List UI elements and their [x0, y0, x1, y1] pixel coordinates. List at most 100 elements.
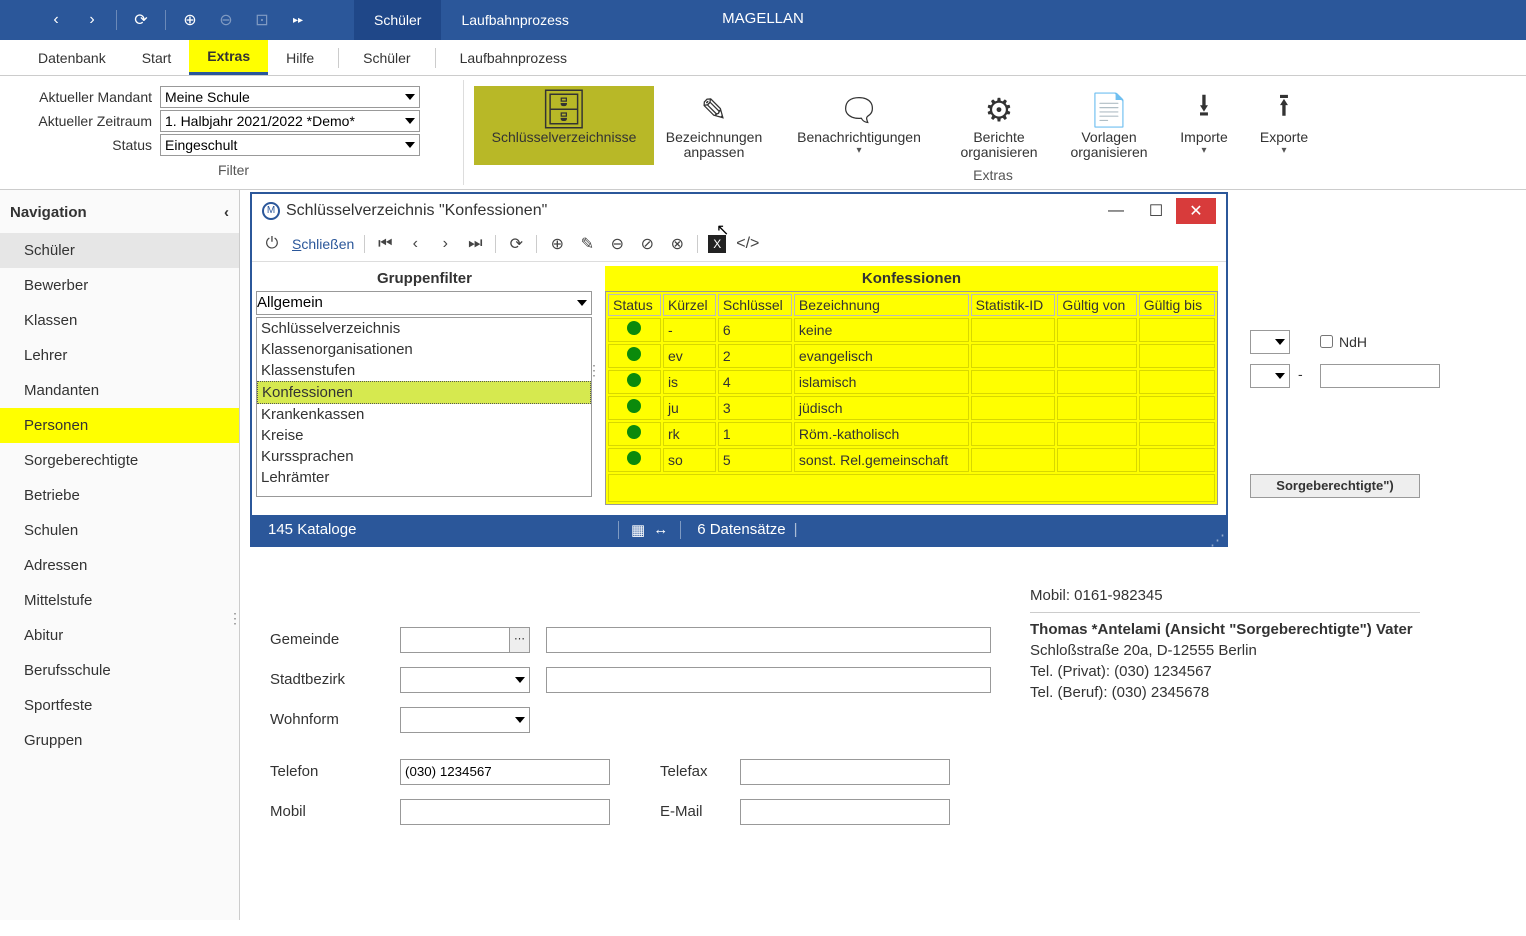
menu-schueler[interactable]: Schüler — [345, 42, 428, 74]
nav-item-sportfeste[interactable]: Sportfeste — [0, 688, 239, 723]
reload-button[interactable]: ⟳ — [506, 234, 526, 254]
refresh-button[interactable]: ⟳ — [125, 4, 157, 36]
delete-button[interactable]: ⊖ — [607, 234, 627, 254]
nav-item-klassen[interactable]: Klassen — [0, 303, 239, 338]
nav-forward-button[interactable]: › — [76, 4, 108, 36]
nav-item-lehrer[interactable]: Lehrer — [0, 338, 239, 373]
close-link[interactable]: Schließen — [292, 236, 354, 252]
modal-close-button[interactable]: ✕ — [1176, 198, 1216, 224]
fit-width-icon[interactable]: ↔ — [653, 521, 668, 539]
last-button[interactable]: ⏭ — [465, 235, 485, 253]
col-status[interactable]: Status — [608, 294, 661, 316]
nav-collapse-button[interactable]: ‹ — [224, 204, 229, 221]
list-item[interactable]: Klassenorganisationen — [257, 339, 591, 360]
status-select[interactable]: Eingeschult — [160, 134, 420, 156]
telefon-input[interactable] — [400, 759, 610, 785]
gemeinde-code-input[interactable] — [400, 627, 510, 653]
ribbon-berichte[interactable]: ⚙ Berichte organisieren — [944, 86, 1054, 165]
list-item[interactable]: Kreise — [257, 425, 591, 446]
nav-item-mittelstufe[interactable]: Mittelstufe — [0, 583, 239, 618]
col-schluessel[interactable]: Schlüssel — [718, 294, 792, 316]
check-button[interactable]: ⊘ — [637, 234, 657, 254]
table-row[interactable]: rk1Röm.-katholisch — [608, 422, 1215, 446]
combo-2[interactable] — [1250, 364, 1290, 388]
list-item[interactable]: Kurssprachen — [257, 446, 591, 467]
nav-item-abitur[interactable]: Abitur — [0, 618, 239, 653]
list-item[interactable]: Klassenstufen — [257, 360, 591, 381]
nav-back-button[interactable]: ‹ — [40, 4, 72, 36]
modal-splitter[interactable]: ⋮ — [587, 362, 601, 379]
input-2[interactable] — [1320, 364, 1440, 388]
modal-maximize-button[interactable]: ☐ — [1136, 198, 1176, 224]
gruppenfilter-select[interactable]: Allgemein — [256, 291, 592, 315]
table-row[interactable]: so5sonst. Rel.gemeinschaft — [608, 448, 1215, 472]
power-icon[interactable]: ⏻ — [262, 235, 282, 253]
list-item[interactable]: Schlüsselverzeichnis — [257, 318, 591, 339]
table-row[interactable]: is4islamisch — [608, 370, 1215, 394]
col-statistik[interactable]: Statistik-ID — [971, 294, 1056, 316]
ribbon-importe[interactable]: ⭳ Importe ▾ — [1164, 86, 1244, 165]
more-button[interactable]: ▸▸ — [282, 4, 314, 36]
menu-hilfe[interactable]: Hilfe — [268, 42, 332, 74]
modal-minimize-button[interactable]: — — [1096, 198, 1136, 224]
mobil-input[interactable] — [400, 799, 610, 825]
ribbon-schluesselverzeichnisse[interactable]: 🗄 Schlüsselverzeichnisse — [474, 86, 654, 165]
excel-button[interactable]: X — [708, 235, 726, 253]
ribbon-bezeichnungen[interactable]: ✎ Bezeichnungen anpassen — [654, 86, 774, 165]
cancel-button[interactable]: ⊗ — [667, 234, 687, 254]
ribbon-benachrichtigungen[interactable]: 🗨 Benachrichtigungen ▾ — [774, 86, 944, 165]
menu-start[interactable]: Start — [124, 42, 190, 74]
nav-item-personen[interactable]: Personen — [0, 408, 239, 443]
wohnform-select[interactable] — [400, 707, 530, 733]
status-dot-icon — [627, 451, 641, 465]
nav-item-bewerber[interactable]: Bewerber — [0, 268, 239, 303]
remove-button[interactable]: ⊖ — [210, 4, 242, 36]
next-button[interactable]: › — [435, 235, 455, 253]
ndh-checkbox[interactable] — [1320, 335, 1333, 348]
list-item[interactable]: Krankenkassen — [257, 404, 591, 425]
verzeichnis-list[interactable]: Schlüsselverzeichnis Klassenorganisation… — [256, 317, 592, 497]
col-kuerzel[interactable]: Kürzel — [663, 294, 716, 316]
ribbon-exporte[interactable]: ⭱ Exporte ▾ — [1244, 86, 1324, 165]
telefax-input[interactable] — [740, 759, 950, 785]
ribbon-vorlagen[interactable]: 📄 Vorlagen organisieren — [1054, 86, 1164, 165]
first-button[interactable]: ⏮ — [375, 235, 395, 253]
menu-extras[interactable]: Extras — [189, 40, 268, 75]
list-item-selected[interactable]: Konfessionen — [257, 381, 591, 404]
gemeinde-lookup-button[interactable]: ⋯ — [510, 627, 530, 653]
select-all-icon[interactable]: ▦ — [631, 521, 645, 539]
nav-item-schueler[interactable]: Schüler — [0, 233, 239, 268]
col-gueltigvon[interactable]: Gültig von — [1057, 294, 1136, 316]
menu-laufbahn[interactable]: Laufbahnprozess — [442, 42, 585, 74]
mandant-select[interactable]: Meine Schule — [160, 86, 420, 108]
nav-item-mandanten[interactable]: Mandanten — [0, 373, 239, 408]
nav-item-berufsschule[interactable]: Berufsschule — [0, 653, 239, 688]
nav-item-adressen[interactable]: Adressen — [0, 548, 239, 583]
nav-item-schulen[interactable]: Schulen — [0, 513, 239, 548]
stadtbezirk-select[interactable] — [400, 667, 530, 693]
nav-item-gruppen[interactable]: Gruppen — [0, 723, 239, 758]
resize-grip[interactable] — [1210, 531, 1222, 543]
titlebar-tab-schueler[interactable]: Schüler — [354, 0, 441, 40]
combo-1[interactable] — [1250, 330, 1290, 354]
col-gueltigbis[interactable]: Gültig bis — [1139, 294, 1215, 316]
menu-datenbank[interactable]: Datenbank — [20, 42, 124, 74]
table-row[interactable]: ju3jüdisch — [608, 396, 1215, 420]
titlebar-tab-laufbahn[interactable]: Laufbahnprozess — [441, 0, 588, 40]
add-button[interactable]: ⊕ — [174, 4, 206, 36]
table-row[interactable]: ev2evangelisch — [608, 344, 1215, 368]
email-input[interactable] — [740, 799, 950, 825]
prev-button[interactable]: ‹ — [405, 235, 425, 253]
table-row[interactable]: -6keine — [608, 318, 1215, 342]
code-button[interactable]: </> — [736, 235, 756, 253]
edit-button[interactable]: ✎ — [577, 234, 597, 254]
new-button[interactable]: ⊕ — [547, 234, 567, 254]
list-item[interactable]: Lehrämter — [257, 467, 591, 488]
col-bezeichnung[interactable]: Bezeichnung — [794, 294, 969, 316]
zeitraum-select[interactable]: 1. Halbjahr 2021/2022 *Demo* — [160, 110, 420, 132]
stadtbezirk-input[interactable] — [546, 667, 991, 693]
nav-item-sorgeberechtigte[interactable]: Sorgeberechtigte — [0, 443, 239, 478]
expand-button[interactable]: ⊡ — [246, 4, 278, 36]
nav-item-betriebe[interactable]: Betriebe — [0, 478, 239, 513]
gemeinde-name-input[interactable] — [546, 627, 991, 653]
